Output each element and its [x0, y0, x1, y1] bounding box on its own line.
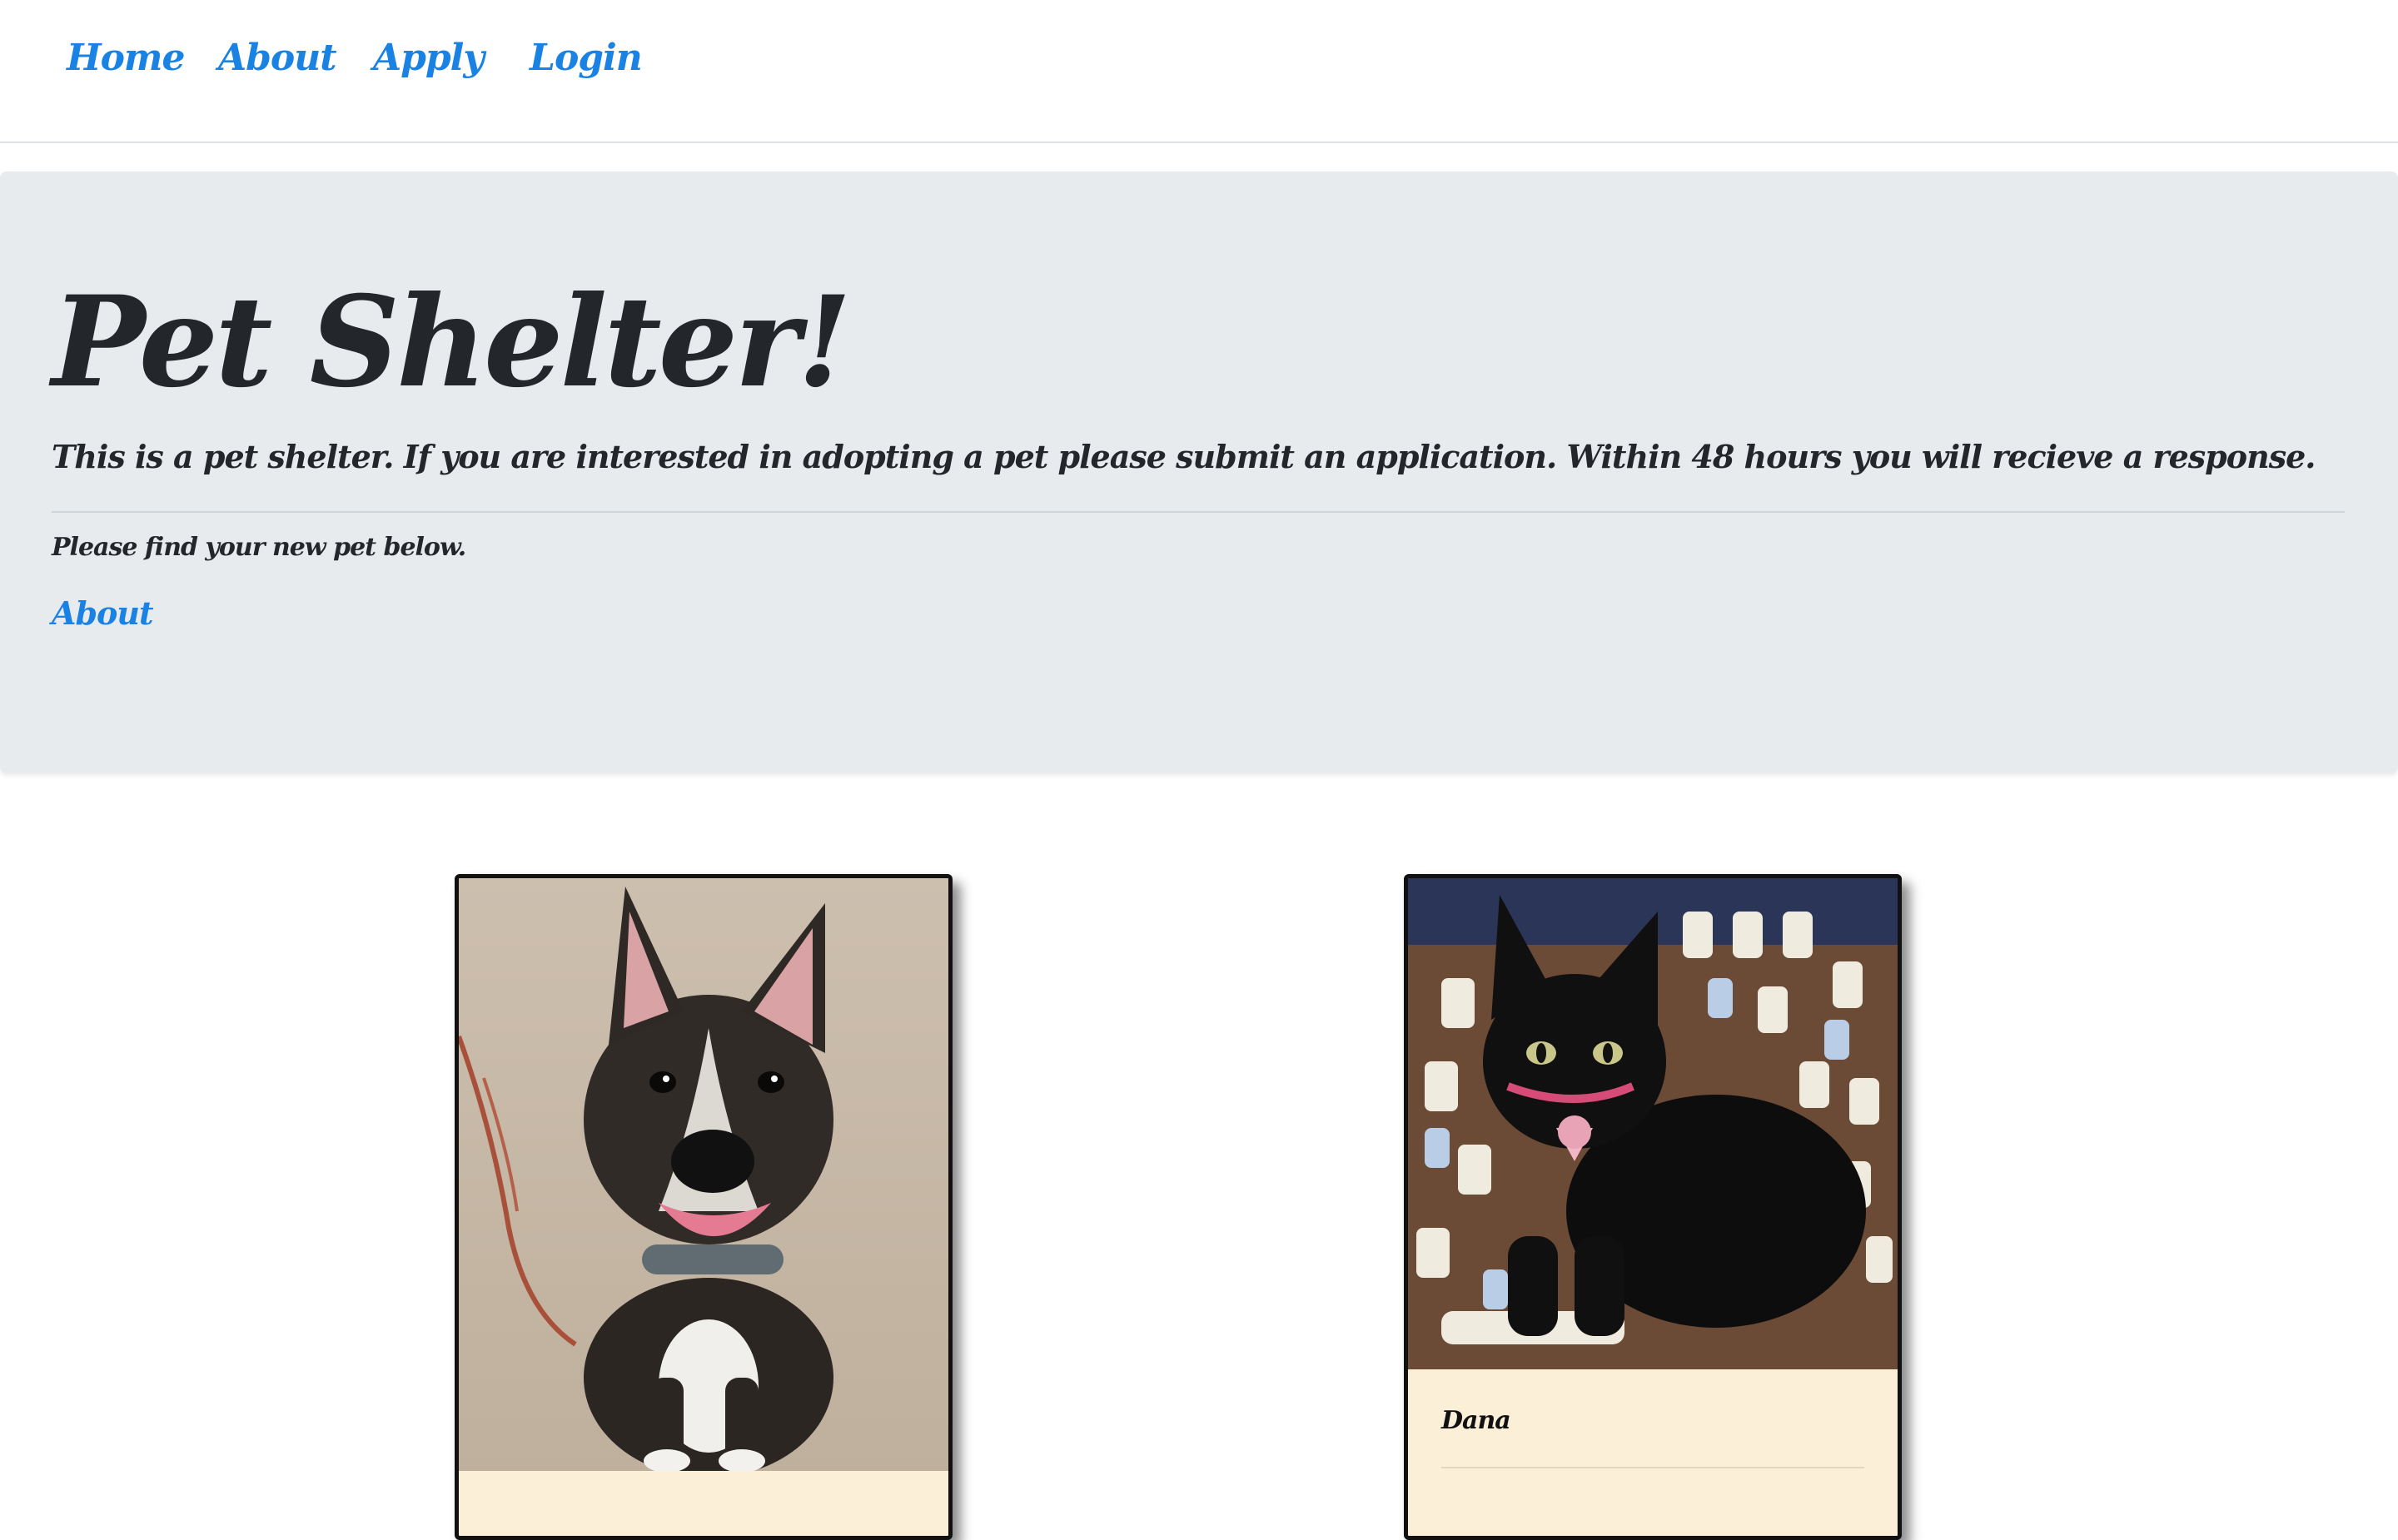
- pet-card-cat[interactable]: Dana: [1404, 874, 1902, 1540]
- hero-divider: [52, 511, 2345, 513]
- hero-about-link[interactable]: About: [52, 594, 154, 632]
- top-navbar: Home About Apply Login: [0, 0, 2398, 143]
- nav-home-link[interactable]: Home: [67, 37, 185, 79]
- nav-login-link[interactable]: Login: [530, 37, 643, 79]
- cat-photo: [1408, 878, 1898, 1369]
- card-divider: [1441, 1467, 1864, 1468]
- pet-card-body: [459, 1471, 948, 1508]
- hero-subtext: Please find your new pet below.: [52, 533, 466, 562]
- page-title: Pet Shelter!: [52, 269, 852, 415]
- pet-name: Dana: [1441, 1406, 1511, 1435]
- pet-name: [492, 1471, 915, 1508]
- dog-photo: [459, 878, 948, 1471]
- pet-card-body: Dana: [1408, 1369, 1898, 1475]
- hero-jumbotron: Pet Shelter! This is a pet shelter. If y…: [0, 171, 2398, 772]
- hero-lead-text: This is a pet shelter. If you are intere…: [52, 438, 2316, 475]
- nav-apply-link[interactable]: Apply: [373, 37, 485, 79]
- nav-about-link[interactable]: About: [218, 37, 337, 79]
- pet-card-dog[interactable]: [455, 874, 953, 1540]
